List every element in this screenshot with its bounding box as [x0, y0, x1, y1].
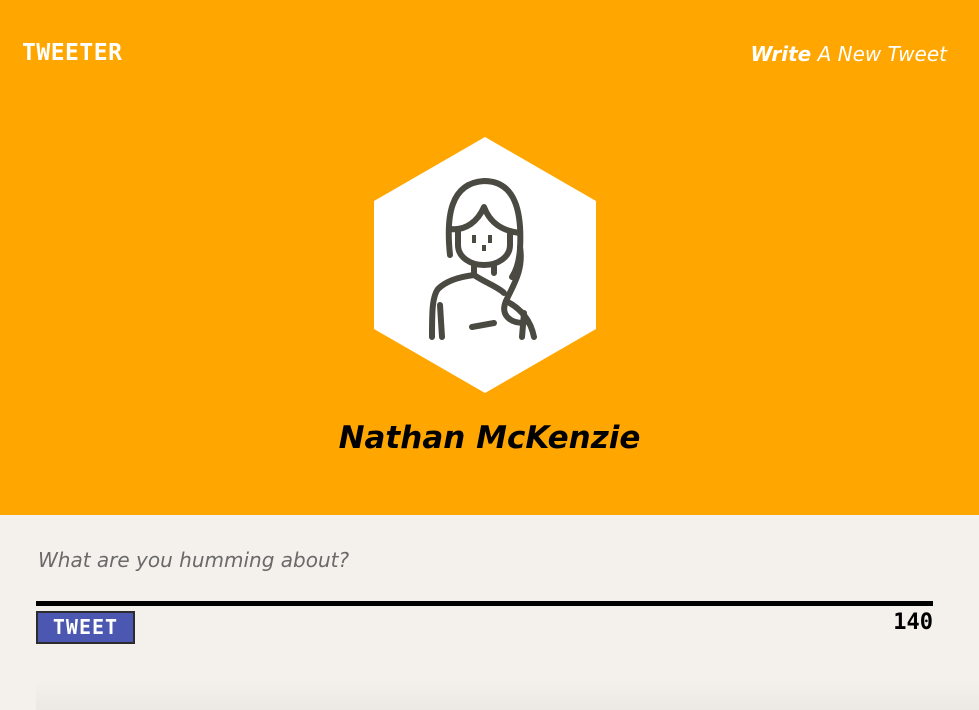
tweet-button[interactable]: TWEET: [36, 611, 135, 644]
write-link-strong: Write: [750, 42, 812, 66]
user-avatar-icon: [374, 137, 596, 393]
profile-name: Nathan McKenzie: [338, 420, 641, 456]
header-banner: TWEETER Write A New Tweet Nathan McKenzi…: [0, 0, 979, 515]
tweet-input[interactable]: [36, 540, 933, 580]
compose-divider: [36, 601, 933, 606]
char-count: 140: [893, 610, 933, 635]
write-link-rest: A New Tweet: [811, 42, 947, 66]
app-logo[interactable]: TWEETER: [22, 40, 122, 66]
compose-area: [36, 540, 933, 580]
bottom-shadow: [36, 680, 979, 710]
avatar: [374, 137, 596, 393]
write-new-tweet-link[interactable]: Write A New Tweet: [750, 42, 947, 66]
